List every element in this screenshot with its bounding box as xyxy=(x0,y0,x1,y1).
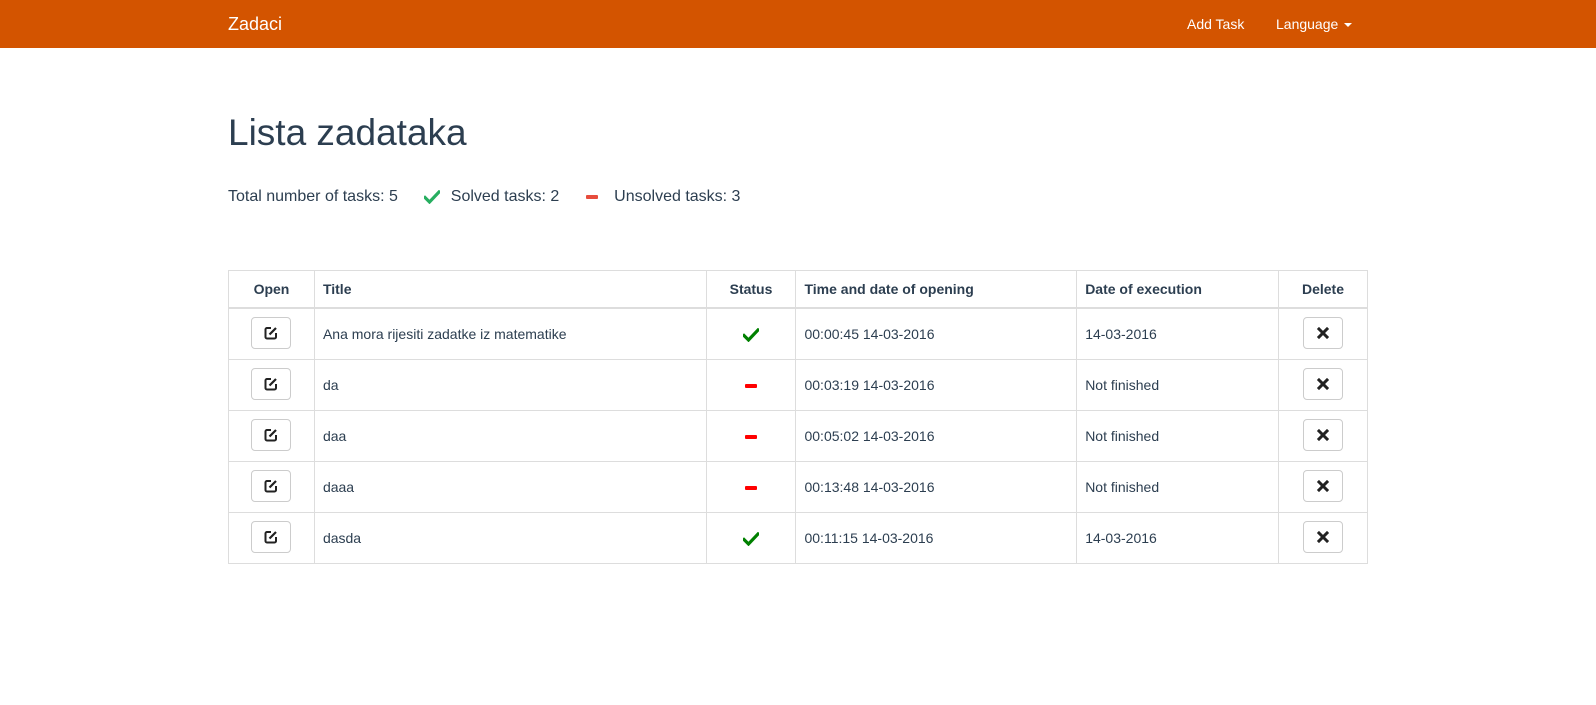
edit-icon xyxy=(264,428,278,441)
minus-icon xyxy=(585,195,598,199)
open-task-button[interactable] xyxy=(251,469,292,502)
table-row: da 00:03:19 14-03-2016 Not finished xyxy=(228,359,1368,411)
delete-cell xyxy=(1278,461,1368,513)
task-executed: 14-03-2016 xyxy=(1076,307,1280,360)
delete-task-button[interactable] xyxy=(1303,520,1343,553)
edit-icon xyxy=(264,479,278,492)
language-dropdown[interactable]: Language xyxy=(1276,0,1353,48)
close-icon xyxy=(1317,377,1329,390)
open-cell xyxy=(228,410,315,462)
edit-icon xyxy=(264,530,278,543)
header-status: Status xyxy=(705,270,797,309)
table-row: daa 00:05:02 14-03-2016 Not finished xyxy=(228,410,1368,462)
minus-icon xyxy=(745,435,757,440)
open-cell xyxy=(228,307,315,360)
task-title: daaa xyxy=(313,461,707,513)
delete-cell xyxy=(1278,359,1368,411)
table-header-row: Open Title Status Time and date of openi… xyxy=(228,270,1368,309)
task-status xyxy=(705,512,797,564)
task-title: da xyxy=(313,359,707,411)
delete-cell xyxy=(1278,512,1368,564)
add-task-link[interactable]: Add Task xyxy=(1187,0,1244,48)
close-icon xyxy=(1317,428,1329,441)
task-opened: 00:03:19 14-03-2016 xyxy=(795,359,1078,411)
open-task-button[interactable] xyxy=(251,520,292,553)
check-icon xyxy=(423,189,442,205)
task-status xyxy=(705,359,797,411)
task-executed: Not finished xyxy=(1076,410,1280,462)
minus-icon xyxy=(745,384,757,389)
total-tasks: Total number of tasks: 5 xyxy=(228,188,398,205)
task-status xyxy=(705,461,797,513)
delete-task-button[interactable] xyxy=(1303,367,1343,400)
delete-task-button[interactable] xyxy=(1303,418,1343,451)
delete-task-button[interactable] xyxy=(1303,469,1343,502)
header-delete: Delete xyxy=(1278,270,1368,309)
delete-cell xyxy=(1278,410,1368,462)
task-title: daa xyxy=(313,410,707,462)
page-title: Lista zadataka xyxy=(228,112,467,153)
table-row: dasda 00:11:15 14-03-2016 14-03-2016 xyxy=(228,512,1368,564)
task-executed: Not finished xyxy=(1076,461,1280,513)
header-title: Title xyxy=(313,270,707,309)
task-summary: Total number of tasks: 5 Solved tasks: 2… xyxy=(228,188,740,206)
delete-cell xyxy=(1278,307,1368,360)
edit-icon xyxy=(264,326,278,339)
task-status xyxy=(705,307,797,360)
task-status xyxy=(705,410,797,462)
task-title: dasda xyxy=(313,512,707,564)
close-icon xyxy=(1317,530,1329,543)
task-opened: 00:05:02 14-03-2016 xyxy=(795,410,1078,462)
brand-link[interactable]: Zadaci xyxy=(228,0,282,48)
task-executed: 14-03-2016 xyxy=(1076,512,1280,564)
open-task-button[interactable] xyxy=(251,418,292,451)
header-open: Open xyxy=(228,270,315,309)
task-opened: 00:11:15 14-03-2016 xyxy=(795,512,1078,564)
navbar: Zadaci Add Task Language xyxy=(0,0,1596,48)
task-title: Ana mora rijesiti zadatke iz matematike xyxy=(313,307,707,360)
solved-tasks: Solved tasks: 2 xyxy=(450,188,560,205)
open-cell xyxy=(228,359,315,411)
caret-down-icon xyxy=(1344,23,1353,28)
task-executed: Not finished xyxy=(1076,359,1280,411)
table-row: daaa 00:13:48 14-03-2016 Not finished xyxy=(228,461,1368,513)
table-row: Ana mora rijesiti zadatke iz matematike 0… xyxy=(228,307,1368,360)
task-opened: 00:00:45 14-03-2016 xyxy=(795,307,1078,360)
open-task-button[interactable] xyxy=(251,367,292,400)
minus-icon xyxy=(745,486,757,491)
task-opened: 00:13:48 14-03-2016 xyxy=(795,461,1078,513)
check-icon xyxy=(743,326,759,343)
open-cell xyxy=(228,512,315,564)
edit-icon xyxy=(264,377,278,390)
language-label: Language xyxy=(1276,16,1339,32)
tasks-table: Open Title Status Time and date of openi… xyxy=(228,270,1368,564)
delete-task-button[interactable] xyxy=(1303,316,1343,349)
close-icon xyxy=(1317,479,1329,492)
open-task-button[interactable] xyxy=(251,316,292,349)
check-icon xyxy=(743,530,759,547)
header-executed: Date of execution xyxy=(1076,270,1280,309)
unsolved-tasks: Unsolved tasks: 3 xyxy=(614,188,741,205)
close-icon xyxy=(1317,326,1329,339)
open-cell xyxy=(228,461,315,513)
header-opened: Time and date of opening xyxy=(795,270,1078,309)
